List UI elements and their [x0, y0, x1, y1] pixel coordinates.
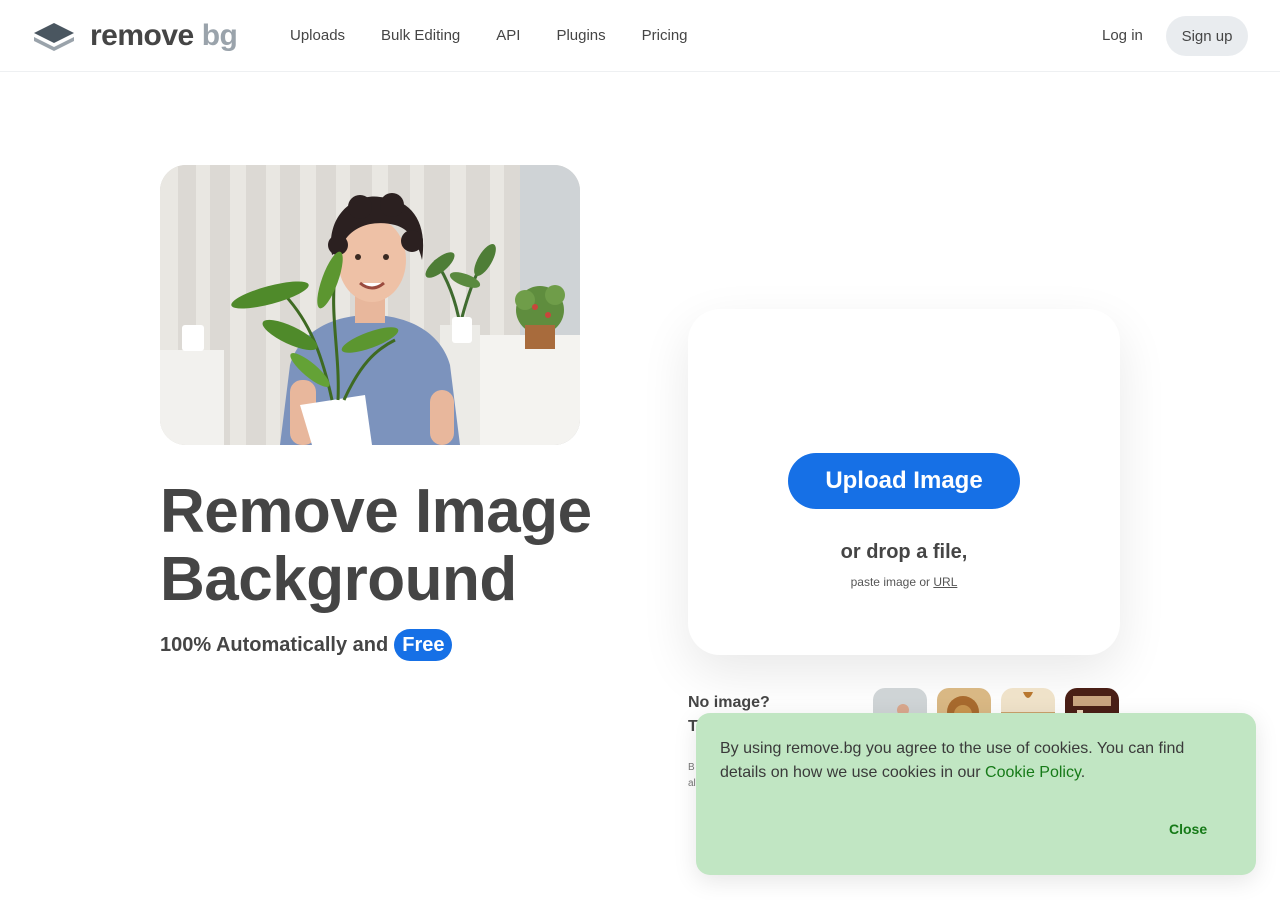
login-link[interactable]: Log in	[1102, 24, 1143, 48]
hero-subtitle-text: 100% Automatically and	[160, 633, 389, 656]
cookie-banner: By using remove.bg you agree to the use …	[696, 713, 1256, 875]
man-with-plant-image	[160, 165, 580, 445]
signup-button[interactable]: Sign up	[1166, 16, 1248, 56]
cookie-text: By using remove.bg you agree to the use …	[720, 740, 1185, 781]
cookie-close-button[interactable]: Close	[1169, 821, 1207, 837]
nav-api[interactable]: API	[496, 24, 520, 48]
nav-bulk-editing[interactable]: Bulk Editing	[381, 24, 460, 48]
paste-label: paste image or	[850, 575, 931, 589]
hero-subtitle: 100% Automatically and Free	[160, 629, 453, 661]
top-navbar: remove bg Uploads Bulk Editing API Plugin…	[0, 0, 1280, 72]
upload-image-button[interactable]: Upload Image	[788, 453, 1020, 509]
nav-uploads[interactable]: Uploads	[290, 24, 345, 48]
layers-logo-icon	[34, 23, 74, 51]
upload-dropzone[interactable]: Upload Image or drop a file, paste image…	[688, 309, 1120, 655]
hero-title: Remove Image Background	[160, 478, 680, 614]
logo-wordmark: remove bg	[90, 19, 238, 52]
cookie-message: By using remove.bg you agree to the use …	[720, 737, 1230, 785]
nav-pricing[interactable]: Pricing	[642, 24, 688, 48]
hero-photo	[160, 165, 580, 445]
hero-title-line-2: Background	[160, 545, 517, 614]
cookie-policy-link[interactable]: Cookie Policy	[985, 764, 1081, 781]
nav-plugins[interactable]: Plugins	[556, 24, 605, 48]
cookie-period: .	[1080, 764, 1086, 781]
url-link[interactable]: URL	[933, 575, 957, 589]
free-badge: Free	[394, 629, 453, 661]
drop-file-text: or drop a file,	[840, 541, 968, 563]
logo[interactable]: remove bg	[32, 18, 238, 54]
no-image-text: No image?	[688, 694, 770, 711]
paste-text: paste image or URL	[688, 575, 1120, 589]
main-nav: Uploads Bulk Editing API Plugins Pricing	[290, 24, 724, 48]
hero-title-line-1: Remove Image	[160, 477, 592, 546]
